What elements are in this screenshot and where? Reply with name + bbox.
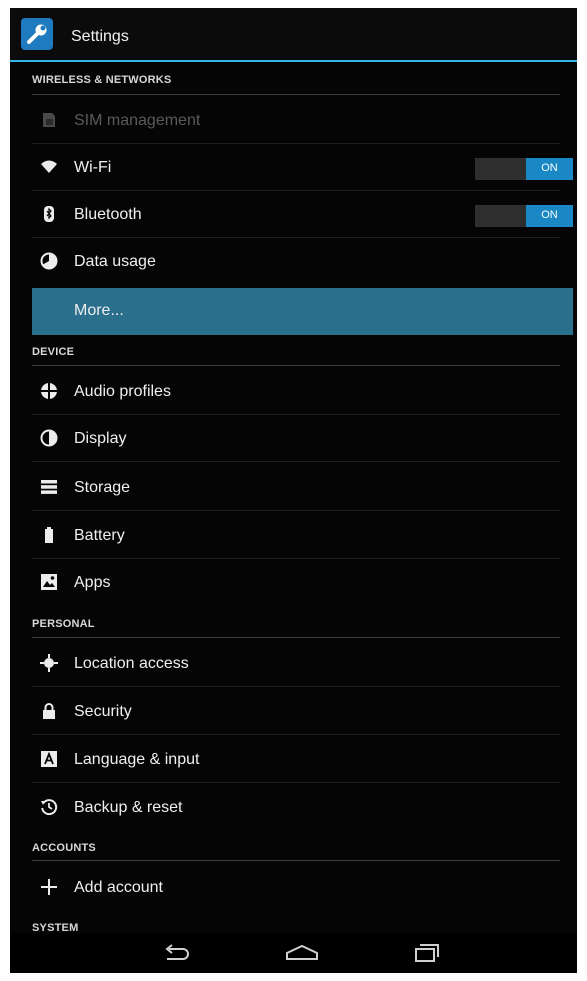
toggle-state: ON bbox=[541, 162, 558, 174]
settings-item-label: Audio profiles bbox=[74, 383, 171, 400]
bluetooth-toggle[interactable]: ON bbox=[475, 205, 573, 227]
section-header-personal: PERSONAL bbox=[32, 618, 95, 630]
action-bar: Settings bbox=[10, 8, 577, 62]
settings-item-backup-reset[interactable]: Backup & reset bbox=[32, 785, 560, 831]
location-icon bbox=[40, 654, 58, 672]
row-divider bbox=[32, 237, 560, 238]
settings-item-language-input[interactable]: Language & input bbox=[32, 737, 560, 783]
storage-icon bbox=[40, 478, 58, 496]
section-header-device: DEVICE bbox=[32, 346, 75, 358]
settings-item-display[interactable]: Display bbox=[32, 416, 560, 462]
toggle-knob: ON bbox=[526, 158, 573, 180]
row-divider bbox=[32, 414, 560, 415]
bluetooth-icon bbox=[40, 205, 58, 223]
settings-item-label: Apps bbox=[74, 574, 111, 591]
settings-item-sim-management: SIM management bbox=[32, 98, 560, 144]
settings-item-label: Battery bbox=[74, 527, 125, 544]
settings-item-label: Security bbox=[74, 703, 132, 720]
settings-item-security[interactable]: Security bbox=[32, 689, 560, 735]
settings-item-wifi[interactable]: Wi-Fi ON bbox=[32, 145, 573, 191]
row-divider bbox=[32, 782, 560, 783]
settings-item-label: Language & input bbox=[74, 751, 200, 768]
settings-item-label: Bluetooth bbox=[74, 206, 142, 223]
row-divider bbox=[32, 734, 560, 735]
toggle-state: ON bbox=[541, 209, 558, 221]
sim-icon bbox=[40, 111, 58, 129]
apps-icon bbox=[40, 573, 58, 591]
settings-item-label: Data usage bbox=[74, 253, 156, 270]
settings-item-add-account[interactable]: Add account bbox=[32, 865, 560, 911]
settings-item-apps[interactable]: Apps bbox=[32, 560, 560, 606]
section-divider bbox=[32, 860, 560, 861]
battery-icon bbox=[40, 526, 58, 544]
settings-item-label: Wi-Fi bbox=[74, 159, 112, 176]
section-divider bbox=[32, 637, 560, 638]
settings-item-label: Display bbox=[74, 430, 127, 447]
settings-item-label: Backup & reset bbox=[74, 799, 183, 816]
settings-item-label: SIM management bbox=[74, 112, 201, 129]
section-divider bbox=[32, 94, 560, 95]
section-divider bbox=[32, 365, 560, 366]
audio-profiles-icon bbox=[40, 382, 58, 400]
display-icon bbox=[40, 429, 58, 447]
settings-item-more[interactable]: More... bbox=[32, 288, 573, 335]
settings-item-data-usage[interactable]: Data usage bbox=[32, 239, 560, 285]
back-icon[interactable] bbox=[157, 941, 197, 965]
wifi-icon bbox=[40, 158, 58, 176]
wrench-settings-icon[interactable] bbox=[21, 18, 53, 50]
settings-item-label: Storage bbox=[74, 479, 131, 496]
settings-item-battery[interactable]: Battery bbox=[32, 513, 560, 559]
page-title: Settings bbox=[71, 28, 129, 45]
data-usage-icon bbox=[40, 252, 58, 270]
section-header-accounts: ACCOUNTS bbox=[32, 842, 96, 854]
row-divider bbox=[32, 190, 560, 191]
settings-item-label: Add account bbox=[74, 879, 163, 896]
row-divider bbox=[32, 143, 560, 144]
row-divider bbox=[32, 686, 560, 687]
backup-reset-icon bbox=[40, 798, 58, 816]
row-divider bbox=[32, 461, 560, 462]
row-divider bbox=[32, 558, 560, 559]
section-header-wireless-networks: WIRELESS & NETWORKS bbox=[32, 74, 172, 86]
settings-item-storage[interactable]: Storage bbox=[32, 465, 560, 511]
navigation-bar bbox=[10, 933, 577, 973]
row-divider bbox=[32, 510, 560, 511]
settings-item-label: More... bbox=[74, 302, 124, 319]
settings-item-location-access[interactable]: Location access bbox=[32, 641, 560, 687]
settings-item-audio-profiles[interactable]: Audio profiles bbox=[32, 369, 560, 415]
recent-apps-icon[interactable] bbox=[407, 941, 447, 965]
settings-item-bluetooth[interactable]: Bluetooth ON bbox=[32, 192, 573, 238]
lock-icon bbox=[40, 702, 58, 720]
wifi-toggle[interactable]: ON bbox=[475, 158, 573, 180]
settings-screen: Settings WIRELESS & NETWORKS SIM managem… bbox=[10, 8, 577, 973]
plus-icon bbox=[40, 878, 58, 896]
home-icon[interactable] bbox=[282, 941, 322, 965]
settings-item-label: Location access bbox=[74, 655, 189, 672]
toggle-knob: ON bbox=[526, 205, 573, 227]
keyboard-a-icon bbox=[40, 750, 58, 768]
